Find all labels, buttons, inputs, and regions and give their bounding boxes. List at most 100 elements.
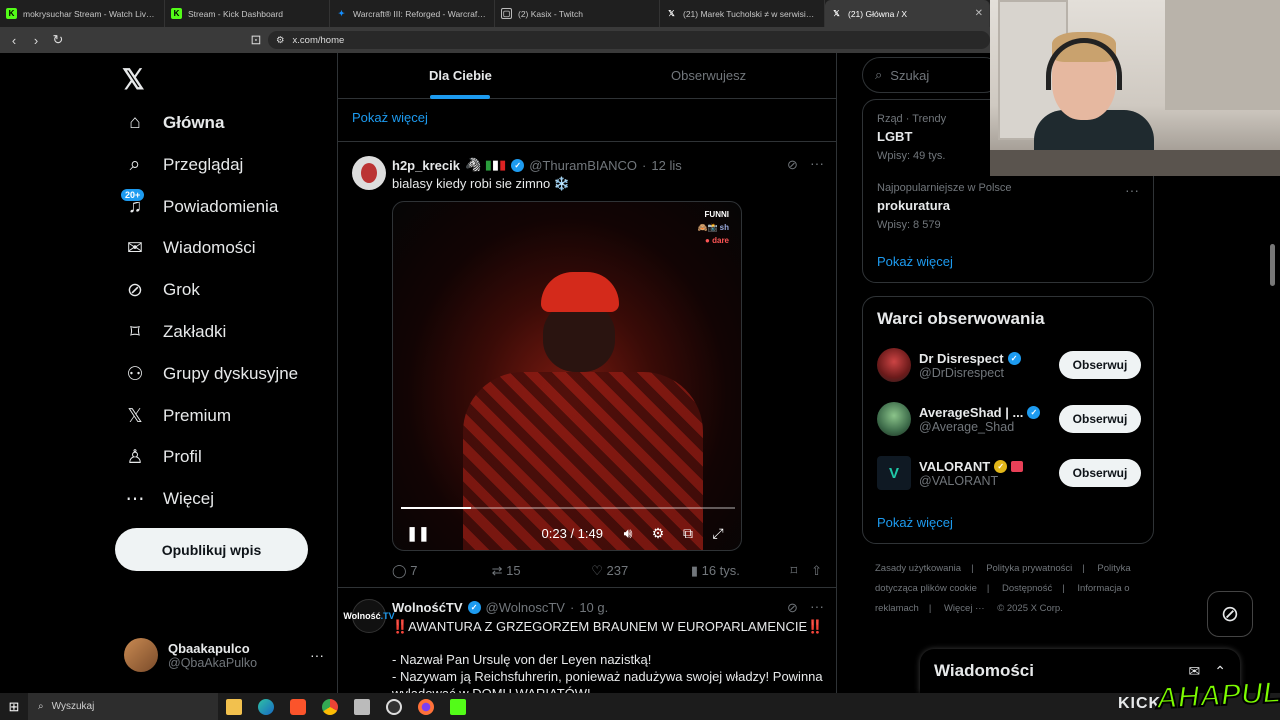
nav-grok[interactable]: ⊘ Grok — [124, 276, 200, 304]
file-explorer-icon[interactable] — [218, 693, 250, 720]
back-icon[interactable]: ‹ — [8, 33, 20, 48]
nav-messages[interactable]: ✉ Wiadomości — [124, 234, 256, 262]
more-icon[interactable]: ··· — [310, 647, 324, 663]
avatar[interactable]: Wolność .TV — [343, 599, 395, 633]
forward-icon[interactable]: › — [30, 33, 42, 48]
nav-explore[interactable]: ⌕ Przeglądaj — [124, 151, 244, 179]
affiliate-badge-icon — [1011, 460, 1024, 472]
tweet-text-line: - Nazywam ją Reichsfuhrerin, ponieważ na… — [392, 669, 823, 684]
nav-home[interactable]: ⌂ Główna — [124, 109, 224, 137]
more-icon[interactable]: ··· — [810, 155, 824, 171]
edge-icon[interactable] — [250, 693, 282, 720]
timeline-tabs: Dla Ciebie Obserwujesz — [338, 53, 836, 99]
search-input[interactable]: ⌕ Szukaj — [862, 57, 1002, 93]
search-icon: ⌕ — [875, 67, 883, 82]
tweet-time[interactable]: 10 g. — [579, 600, 608, 615]
kick-app-icon[interactable] — [442, 693, 474, 720]
obs-icon[interactable] — [378, 693, 410, 720]
account-switcher[interactable]: Qbaakapulco @QbaAkaPulko ··· — [124, 638, 324, 672]
tweet-author-name[interactable]: h2p_krecik — [392, 158, 460, 173]
pause-icon[interactable]: ❚❚ — [403, 525, 433, 542]
views-button[interactable]: ▮ 16 tys. — [691, 563, 777, 579]
follow-button[interactable]: Obserwuj — [1059, 405, 1141, 433]
webcam-desk — [990, 150, 1280, 176]
trend-item[interactable]: Najpopularniejsze w Polsce prokuratura W… — [877, 182, 1012, 231]
show-more-link[interactable]: Pokaż więcej — [877, 515, 953, 530]
follow-suggestion[interactable]: AverageShad | ... ✓ @Average_Shad Obserwu… — [877, 401, 1141, 437]
tab-for-you[interactable]: Dla Ciebie — [429, 68, 492, 83]
follow-suggestion[interactable]: V VALORANT ✓ @VALORANT Obserwuj — [877, 455, 1141, 491]
bookmark-icon[interactable]: ⌑ — [790, 563, 797, 579]
footer-link[interactable]: Polityka prywatności — [986, 563, 1072, 574]
video-player[interactable]: FUNNI 🙈📸 sh ● dare ❚❚ 0:23 / 1:49 🔊︎ ⚙ ⧉… — [392, 201, 742, 551]
browser-tab[interactable]: ✦ Warcraft® III: Reforged - Warcraft | B — [330, 0, 495, 27]
tweet-time[interactable]: 12 lis — [651, 158, 681, 173]
nav-profile[interactable]: ♙ Profil — [124, 443, 201, 471]
follow-button[interactable]: Obserwuj — [1059, 351, 1141, 379]
tweet-author-handle[interactable]: @WolnoscTV — [486, 600, 565, 615]
browser-tab[interactable]: K Stream - Kick Dashboard — [165, 0, 330, 27]
reply-icon: ◯ — [392, 563, 407, 578]
more-icon[interactable]: ··· — [810, 598, 824, 614]
browser-tab-active[interactable]: 𝕏 (21) Główna / X ✕ — [825, 0, 990, 27]
pip-icon[interactable]: ⧉ — [673, 525, 703, 542]
chevron-up-icon[interactable]: ⌃ — [1214, 663, 1226, 680]
repost-button[interactable]: ⇄ 15 — [492, 563, 578, 579]
nav-more[interactable]: ⋯ Więcej — [124, 485, 215, 513]
address-bar[interactable]: ⚙ x.com/home ▭ ⊕ ⇪ ◆ ▲ — [268, 31, 1189, 95]
show-more-link[interactable]: Pokaż więcej — [877, 254, 953, 269]
site-info-icon[interactable]: ⚙ — [276, 35, 285, 46]
tweet-author-name[interactable]: WolnośćTV — [392, 600, 463, 615]
grok-icon[interactable]: ⊘ — [787, 157, 798, 173]
brave-icon[interactable] — [282, 693, 314, 720]
grok-icon[interactable]: ⊘ — [787, 600, 798, 616]
post-button[interactable]: Opublikuj wpis — [115, 528, 308, 571]
follow-button[interactable]: Obserwuj — [1059, 459, 1141, 487]
avatar[interactable] — [352, 156, 386, 190]
reply-button[interactable]: ◯ 7 — [392, 563, 478, 579]
browser-tab[interactable]: ▢ (2) Kasix - Twitch — [495, 0, 660, 27]
footer-link[interactable]: Dostępność — [1002, 583, 1052, 594]
video-progress-bar[interactable] — [401, 507, 735, 509]
active-tab-indicator — [430, 95, 490, 99]
nav-communities[interactable]: ⚇ Grupy dyskusyjne — [124, 360, 298, 388]
follow-suggestion[interactable]: Dr Disrespect ✓ @DrDisrespect Obserwuj — [877, 347, 1141, 383]
bookmark-icon: ⌑ — [130, 321, 140, 343]
who-to-follow-title: Warci obserwowania — [877, 309, 1045, 328]
tweet-author-handle[interactable]: @ThuramBIANCO — [529, 158, 637, 173]
more-icon: ⋯ — [125, 488, 145, 510]
x-logo-icon[interactable]: 𝕏 — [122, 63, 145, 96]
show-more-link[interactable]: Pokaż więcej — [352, 110, 428, 125]
close-icon[interactable]: ✕ — [975, 8, 983, 19]
settings-icon[interactable]: ⚙ — [643, 525, 673, 542]
like-button[interactable]: ♡ 237 — [591, 563, 677, 579]
windows-start-icon[interactable]: ⊞ — [0, 699, 28, 715]
chrome-icon[interactable] — [314, 693, 346, 720]
volume-icon[interactable]: 🔊︎ — [613, 525, 643, 542]
trend-item[interactable]: Rząd · Trendy LGBT Wpisy: 49 tys. — [877, 113, 946, 162]
fullscreen-icon[interactable]: ⤢ — [703, 525, 733, 542]
page-scrollbar[interactable] — [1270, 244, 1275, 286]
footer-link[interactable]: Zasady użytkowania — [875, 563, 961, 574]
browser-tab[interactable]: Kmokrysuchar Stream - Watch Live on — [0, 0, 165, 27]
new-message-icon[interactable]: ✉ — [1189, 663, 1201, 680]
nav-premium[interactable]: 𝕏 Premium — [124, 402, 231, 430]
repost-icon: ⇄ — [491, 563, 503, 578]
taskbar: ⊞ ⌕ Wyszukaj — [0, 693, 1280, 720]
browser-tab[interactable]: 𝕏 (21) Marek Tucholski ≠ w serwisie X — [660, 0, 825, 27]
nav-notifications[interactable]: ♫ 20+ Powiadomienia — [120, 188, 278, 221]
app-icon[interactable] — [346, 693, 378, 720]
more-icon[interactable]: ··· — [1125, 182, 1139, 198]
footer-link[interactable]: Więcej ··· — [944, 603, 985, 614]
grok-button[interactable]: ⊘ — [1207, 591, 1253, 637]
firefox-icon[interactable] — [410, 693, 442, 720]
divider — [338, 587, 836, 588]
reload-icon[interactable]: ↻ — [52, 32, 64, 48]
share-icon[interactable]: ⇧ — [811, 563, 822, 579]
tweet-text-line: ‼️AWANTURA Z GRZEGORZEM BRAUNEM W EUROPA… — [392, 619, 824, 634]
tab-following[interactable]: Obserwujesz — [671, 68, 746, 83]
nav-bookmarks[interactable]: ⌑ Zakładki — [124, 318, 226, 346]
notification-badge: 20+ — [120, 188, 146, 202]
taskbar-search[interactable]: ⌕ Wyszukaj — [28, 693, 218, 720]
bookmark-page-icon[interactable]: ⊡ — [250, 32, 262, 48]
